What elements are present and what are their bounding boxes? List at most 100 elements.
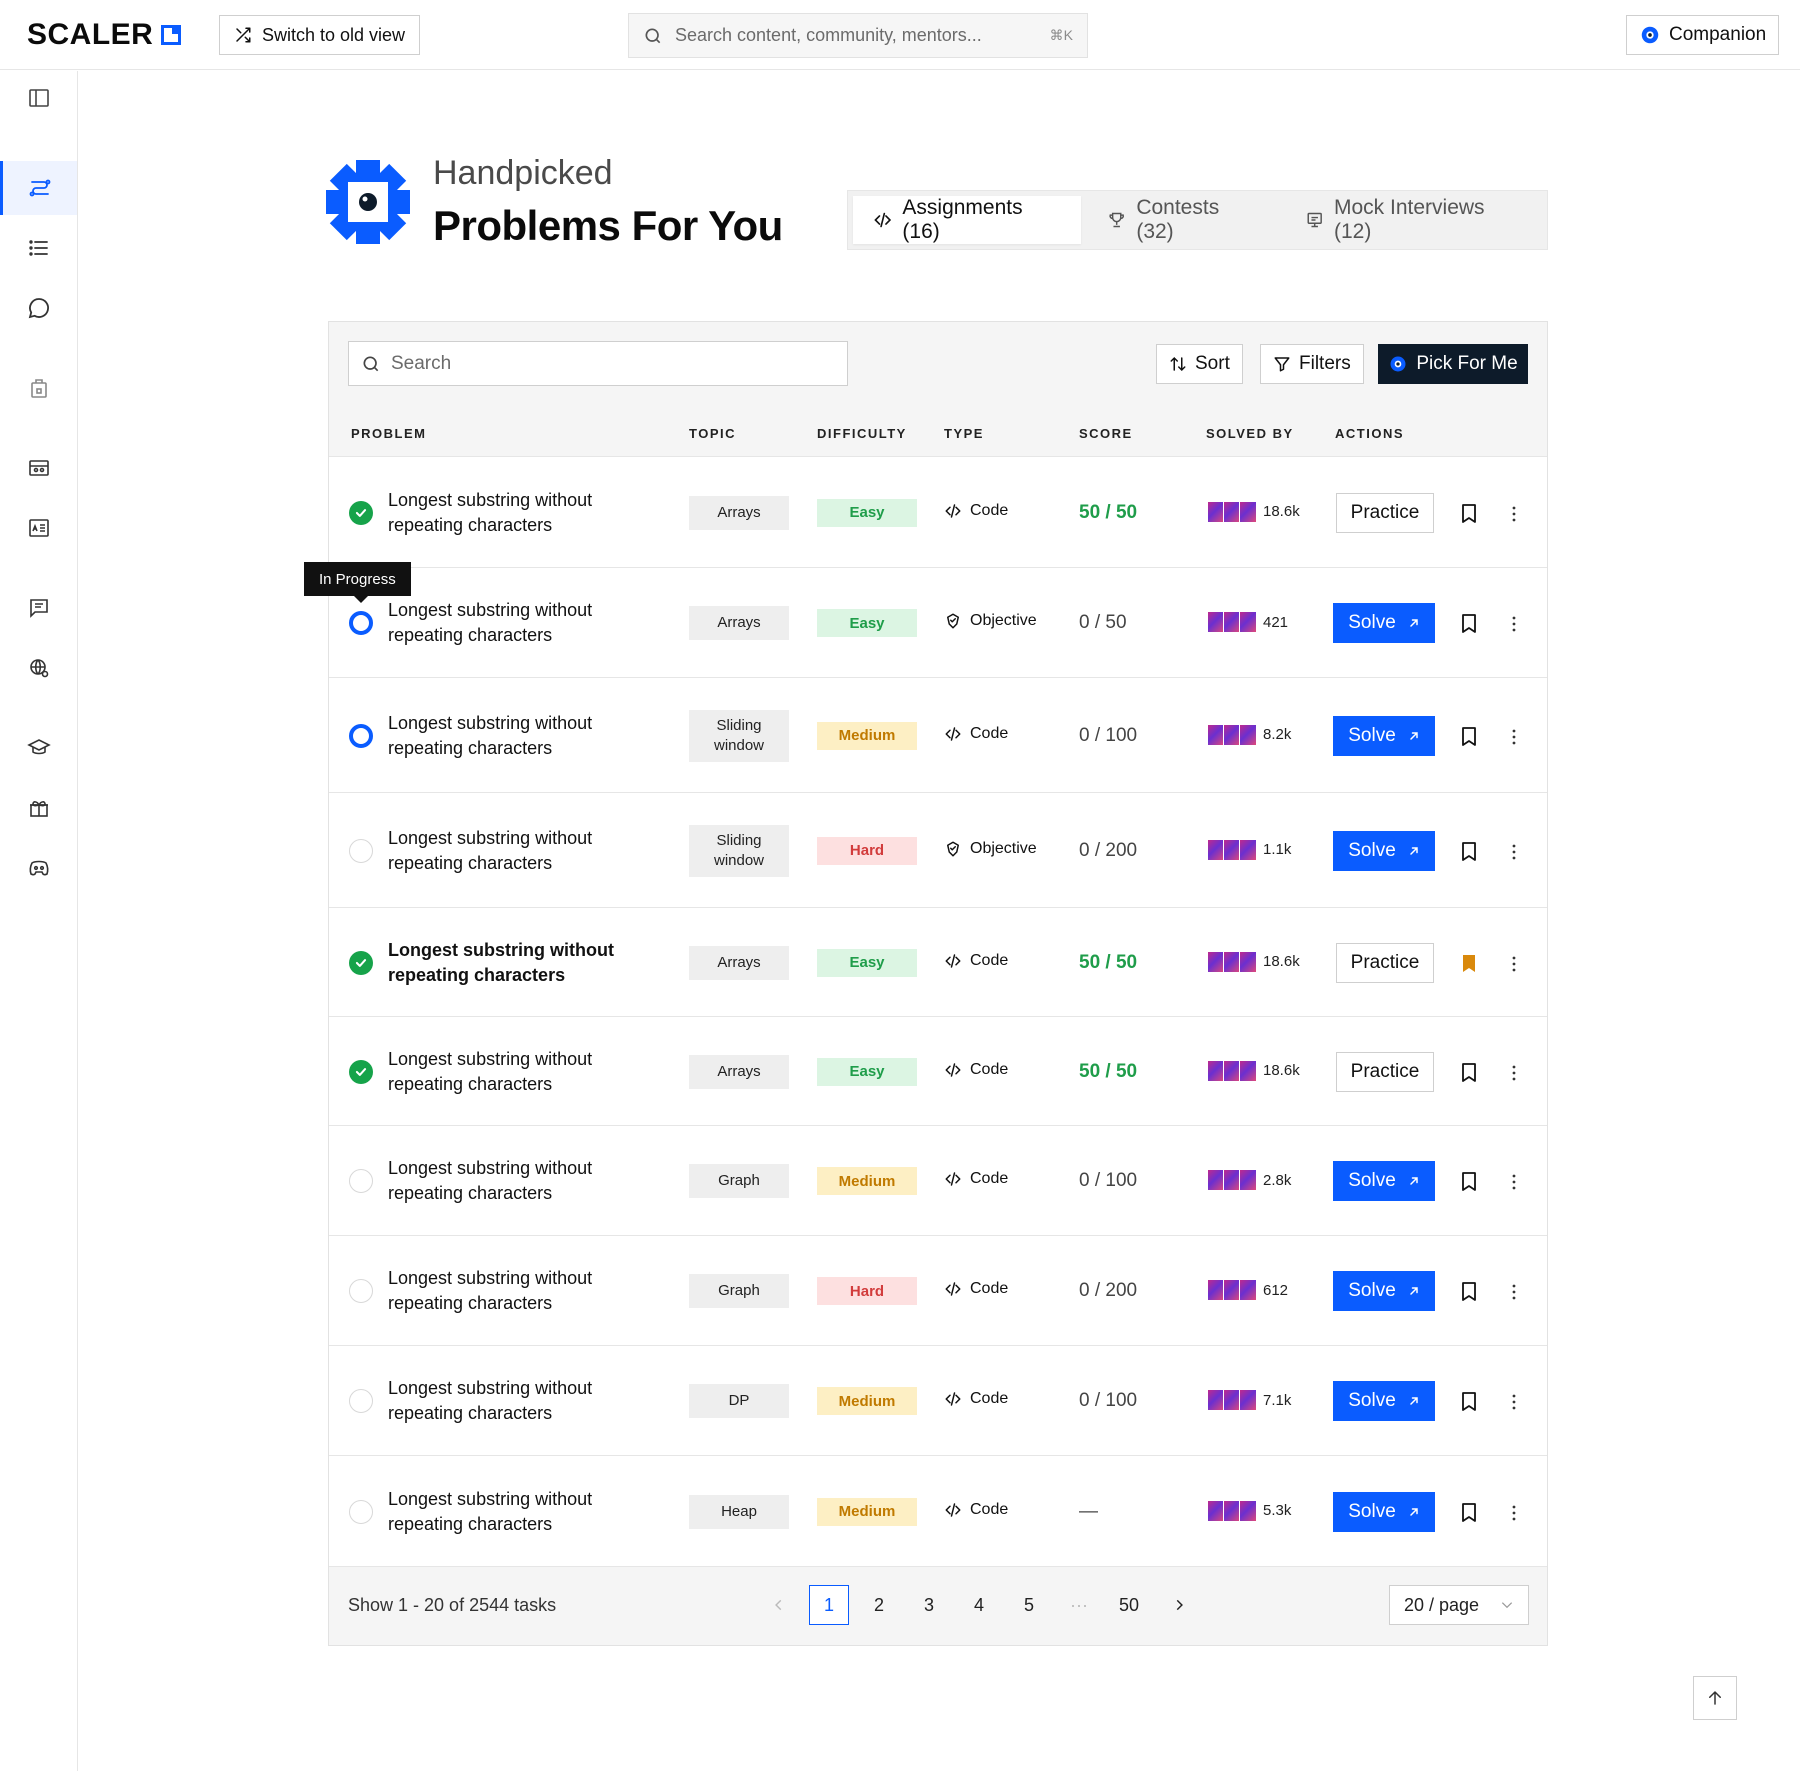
problem-name[interactable]: Longest substring without repeating chara… [388,1047,648,1097]
sidebar-item-profile-card[interactable] [0,501,77,555]
tab-contests[interactable]: Contests (32) [1087,196,1279,244]
bookmark-icon[interactable] [1460,503,1478,525]
sidebar-item-globe[interactable] [0,641,77,695]
sidebar-item-discord[interactable] [0,841,77,895]
difficulty-badge: Medium [817,1387,917,1415]
avatar [1239,1389,1257,1411]
page-button-5[interactable]: 5 [1009,1585,1049,1625]
table-row[interactable]: Longest substring without repeating chara… [329,1125,1547,1235]
more-options-icon[interactable] [1508,1171,1520,1193]
bookmark-icon[interactable] [1460,1502,1478,1524]
problem-name[interactable]: Longest substring without repeating chara… [388,938,648,988]
sidebar-item-list[interactable] [0,221,77,275]
problem-name-line-2: repeating characters [388,1403,553,1423]
sidebar-item-events[interactable] [0,441,77,495]
page-button-2[interactable]: 2 [859,1585,899,1625]
sidebar-item-problems[interactable] [0,161,77,215]
more-options-icon[interactable] [1508,726,1520,748]
scaler-logo[interactable]: SCALER [27,18,182,52]
page-button-4[interactable]: 4 [959,1585,999,1625]
switch-old-view-button[interactable]: Switch to old view [219,15,421,55]
bookmark-filled-icon[interactable] [1460,953,1478,975]
more-options-icon[interactable] [1508,503,1520,525]
next-page-button[interactable] [1159,1585,1199,1625]
prev-page-button[interactable] [759,1585,799,1625]
scroll-to-top-button[interactable] [1693,1676,1737,1720]
problem-name[interactable]: Longest substring without repeating chara… [388,1487,648,1537]
sidebar-item-courses[interactable] [0,721,77,775]
problem-name[interactable]: Longest substring without repeating chara… [388,1266,648,1316]
problem-name[interactable]: Longest substring without repeating chara… [388,1156,648,1206]
table-row[interactable]: Longest substring without repeating chara… [329,456,1547,567]
solve-button[interactable]: Solve [1333,1271,1435,1311]
avatar [1239,1169,1257,1191]
bookmark-icon[interactable] [1460,1391,1478,1413]
bookmark-icon[interactable] [1460,1171,1478,1193]
bookmark-icon[interactable] [1460,841,1478,863]
problem-name-line-2: repeating characters [388,1293,553,1313]
page-button-3[interactable]: 3 [909,1585,949,1625]
companion-gear-icon [1641,26,1659,44]
page-button-1[interactable]: 1 [809,1585,849,1625]
bookmark-icon[interactable] [1460,1062,1478,1084]
more-options-icon[interactable] [1508,613,1520,635]
solve-button[interactable]: Solve [1333,1161,1435,1201]
solve-button[interactable]: Solve [1333,1381,1435,1421]
problem-name[interactable]: Longest substring without repeating chara… [388,598,648,648]
table-row[interactable]: Longest substring without repeating chara… [329,1345,1547,1455]
more-options-icon[interactable] [1508,953,1520,975]
table-row[interactable]: Longest substring without repeating chara… [329,792,1547,907]
problem-type-label: Objective [970,612,1037,629]
sidebar-item-articles[interactable] [0,581,77,635]
pick-for-me-button[interactable]: Pick For Me [1378,344,1528,384]
companion-button[interactable]: Companion [1626,15,1780,55]
practice-button[interactable]: Practice [1336,492,1434,533]
solve-button[interactable]: Solve [1333,603,1435,643]
sort-icon [1170,356,1186,372]
avatar [1239,950,1257,973]
solve-button[interactable]: Solve [1333,1491,1435,1532]
practice-button[interactable]: Practice [1336,942,1434,983]
global-search[interactable]: Search content, community, mentors... ⌘K [628,13,1088,58]
problem-name[interactable]: Longest substring without repeating chara… [388,711,648,761]
filters-button[interactable]: Filters [1260,344,1364,384]
sidebar-item-jobs[interactable] [0,361,77,415]
score-value: 0 / 200 [1079,1280,1138,1301]
chevron-right-icon [1176,1599,1183,1611]
page-ellipsis[interactable]: ··· [1059,1585,1099,1625]
solve-button[interactable]: Solve [1333,830,1435,871]
sidebar-item-rewards[interactable] [0,781,77,835]
sidebar-item-chat[interactable] [0,281,77,335]
code-icon [945,503,961,518]
table-row[interactable]: Longest substring without repeating chara… [329,677,1547,792]
table-row[interactable]: Longest substring without repeating chara… [329,907,1547,1016]
more-options-icon[interactable] [1508,841,1520,863]
problem-name[interactable]: Longest substring without repeating chara… [388,488,648,538]
problem-search-input[interactable] [391,352,835,375]
problem-name[interactable]: Longest substring without repeating chara… [388,1376,648,1426]
tab-assignments[interactable]: Assignments (16) [853,196,1081,244]
bookmark-icon[interactable] [1460,613,1478,635]
panel-toggle-icon[interactable] [0,71,77,125]
problem-name[interactable]: Longest substring without repeating chara… [388,826,648,876]
page-button-50[interactable]: 50 [1109,1585,1149,1625]
more-options-icon[interactable] [1508,1502,1520,1524]
more-options-icon[interactable] [1508,1391,1520,1413]
per-page-select[interactable]: 20 / page [1389,1585,1529,1625]
problem-search[interactable] [348,341,848,386]
table-row[interactable]: Longest substring without repeating chara… [329,1016,1547,1125]
sidebar [0,71,78,1771]
table-row[interactable]: Longest substring without repeating chara… [329,1455,1547,1566]
more-options-icon[interactable] [1508,1062,1520,1084]
bookmark-icon[interactable] [1460,1281,1478,1303]
more-options-icon[interactable] [1508,1281,1520,1303]
sort-button[interactable]: Sort [1156,344,1243,384]
solved-by: 18.6k [1207,1059,1300,1082]
tab-mock-interviews[interactable]: Mock Interviews (12) [1285,196,1542,244]
courses-icon [26,739,51,755]
table-row[interactable]: Longest substring without repeating chara… [329,567,1547,677]
practice-button[interactable]: Practice [1336,1051,1434,1092]
solve-button[interactable]: Solve [1333,715,1435,756]
bookmark-icon[interactable] [1460,726,1478,748]
table-row[interactable]: Longest substring without repeating chara… [329,1235,1547,1345]
